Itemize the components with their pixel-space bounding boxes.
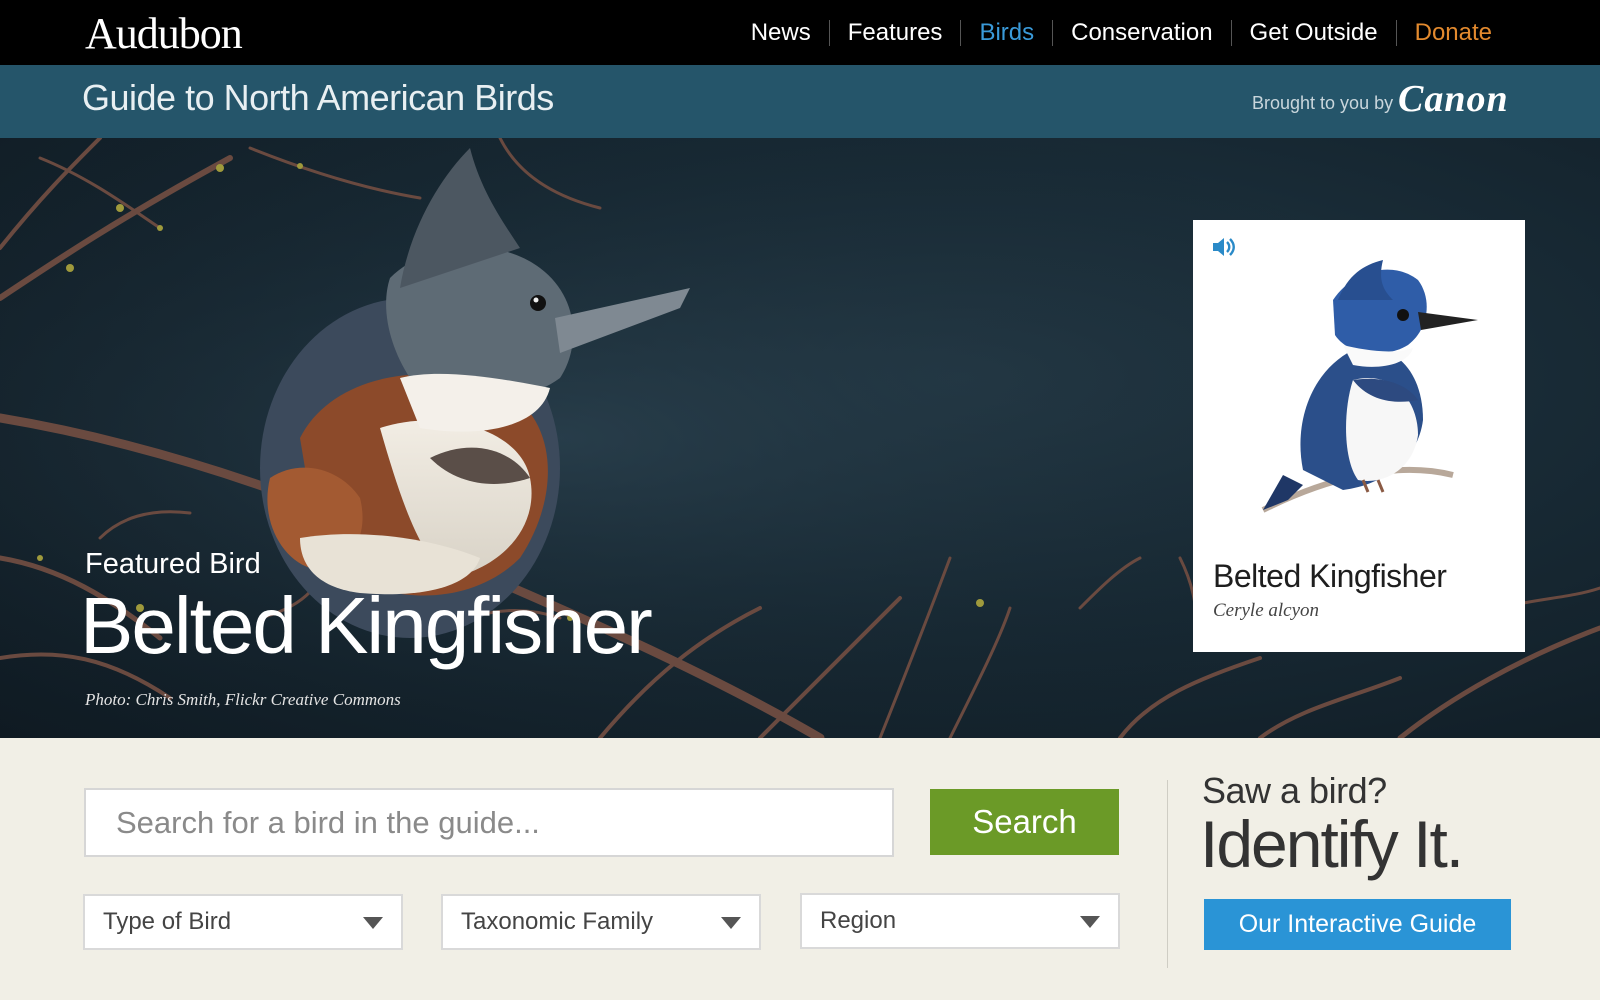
card-common-name[interactable]: Belted Kingfisher [1213, 558, 1447, 595]
card-scientific-name: Ceryle alcyon [1213, 600, 1320, 621]
nav-link-features[interactable]: Features [830, 19, 961, 47]
guide-subheader: Guide to North American Birds Brought to… [0, 65, 1600, 138]
bird-card[interactable]: Belted Kingfisher Ceryle alcyon [1193, 220, 1525, 652]
dropdown-label: Taxonomic Family [461, 908, 654, 935]
sponsor-text: Brought to you by [1252, 93, 1394, 113]
taxonomic-family-dropdown[interactable]: Taxonomic Family [441, 894, 761, 950]
nav-link-news[interactable]: News [733, 19, 829, 47]
chevron-down-icon [721, 917, 741, 929]
canon-logo[interactable]: Canon [1398, 77, 1509, 121]
section-divider [1167, 780, 1168, 968]
featured-bird-name[interactable]: Belted Kingfisher [80, 580, 653, 672]
bird-search-input[interactable] [84, 788, 894, 857]
featured-bird-label: Featured Bird [85, 548, 261, 580]
type-of-bird-dropdown[interactable]: Type of Bird [83, 894, 403, 950]
region-dropdown[interactable]: Region [800, 893, 1120, 949]
guide-title[interactable]: Guide to North American Birds [82, 77, 554, 119]
speaker-icon[interactable] [1211, 236, 1237, 263]
nav-link-birds[interactable]: Birds [961, 19, 1052, 47]
nav-link-donate[interactable]: Donate [1397, 19, 1492, 47]
search-button[interactable]: Search [930, 789, 1119, 855]
top-navigation: Audubon News Features Birds Conservation… [0, 0, 1600, 65]
dropdown-label: Type of Bird [103, 908, 232, 935]
interactive-guide-button[interactable]: Our Interactive Guide [1204, 899, 1511, 950]
dropdown-label: Region [820, 907, 897, 934]
featured-bird-hero: Featured Bird Belted Kingfisher Photo: C… [0, 138, 1600, 738]
kingfisher-illustration [1261, 260, 1478, 513]
chevron-down-icon [1080, 916, 1100, 928]
nav-link-conservation[interactable]: Conservation [1053, 19, 1230, 47]
identify-headline: Identify It. [1200, 807, 1464, 881]
nav-links: News Features Birds Conservation Get Out… [733, 0, 1492, 65]
chevron-down-icon [363, 917, 383, 929]
photo-credit: Photo: Chris Smith, Flickr Creative Comm… [85, 690, 401, 709]
nav-link-get-outside[interactable]: Get Outside [1232, 19, 1396, 47]
audubon-logo[interactable]: Audubon [85, 8, 243, 59]
